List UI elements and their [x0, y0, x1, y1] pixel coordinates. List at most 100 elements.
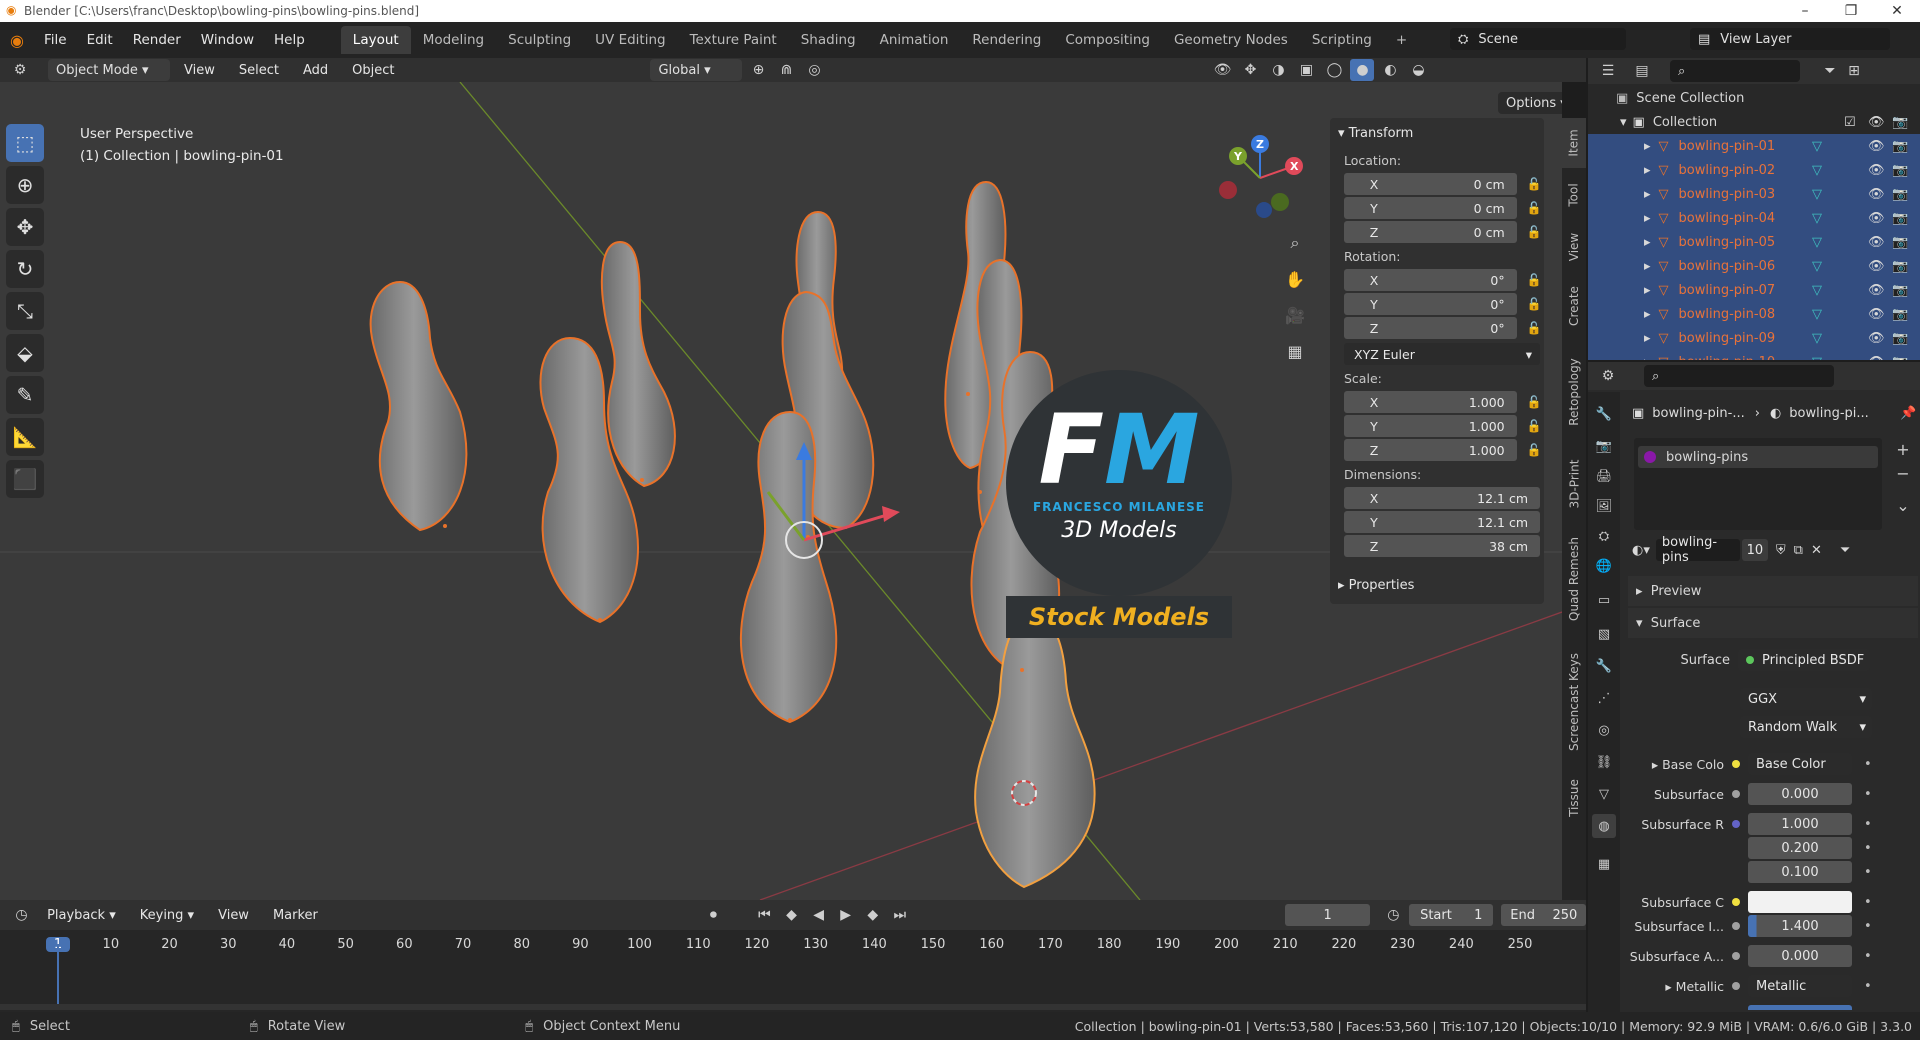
lock-icon[interactable]: 🔓 — [1525, 443, 1544, 457]
transform-orientation-dropdown[interactable]: Global ▾ — [650, 59, 743, 81]
camera-icon[interactable]: 📷 — [1892, 331, 1908, 346]
next-keyframe-icon[interactable]: ◆ — [861, 904, 884, 926]
world-tab-icon[interactable]: 🌐 — [1592, 554, 1616, 578]
mesh-data-icon[interactable]: ▽ — [1812, 355, 1822, 361]
outliner-item[interactable]: ▸ ▽ bowling-pin-06 ▽ 👁 📷 — [1588, 254, 1920, 278]
eye-icon[interactable]: 👁 — [1868, 187, 1885, 202]
outliner-scene-collection[interactable]: ▣ Scene Collection — [1588, 86, 1920, 110]
mesh-data-icon[interactable]: ▽ — [1812, 211, 1822, 226]
add-workspace-button[interactable]: + — [1384, 26, 1419, 54]
keyframe-dot-icon[interactable]: • — [1864, 817, 1872, 832]
expand-arrow-icon[interactable]: ▸ — [1644, 355, 1651, 361]
expand-arrow-icon[interactable]: ▸ — [1644, 139, 1651, 154]
outliner-search-input[interactable]: ⌕ — [1670, 60, 1800, 82]
tab-quad-remesh[interactable]: Quad Remesh — [1562, 524, 1586, 634]
expand-arrow-icon[interactable]: ▸ — [1644, 211, 1651, 226]
constraints-tab-icon[interactable]: ⛓ — [1592, 750, 1616, 774]
measure-tool-icon[interactable]: 📐 — [6, 418, 44, 456]
snap-icon[interactable]: ⋒ — [774, 59, 798, 81]
camera-icon[interactable]: 📷 — [1892, 211, 1908, 226]
camera-icon[interactable]: 📷 — [1892, 163, 1908, 178]
rendered-shading-icon[interactable]: ◒ — [1406, 59, 1430, 81]
eye-icon[interactable]: 👁 — [1868, 163, 1885, 178]
keyframe-dot-icon[interactable]: • — [1864, 979, 1872, 994]
tab-rendering[interactable]: Rendering — [960, 26, 1053, 54]
expand-arrow-icon[interactable]: ▸ — [1644, 283, 1651, 298]
scale-x-field[interactable]: X 1.000 — [1344, 391, 1517, 413]
end-frame-field[interactable]: End 250 — [1501, 904, 1587, 926]
minimize-button[interactable]: – — [1782, 0, 1828, 22]
keyframe-dot-icon[interactable]: • — [1864, 841, 1872, 856]
keyframe-dot-icon[interactable]: • — [1864, 787, 1872, 802]
viewport-menu-object[interactable]: Object — [342, 58, 404, 82]
tab-layout[interactable]: Layout — [340, 26, 411, 54]
outliner-item[interactable]: ▸ ▽ bowling-pin-05 ▽ 👁 📷 — [1588, 230, 1920, 254]
annotate-tool-icon[interactable]: ✎ — [6, 376, 44, 414]
current-frame-field[interactable]: 1 — [1285, 904, 1370, 926]
particles-tab-icon[interactable]: ⋰ — [1592, 686, 1616, 710]
dimensions-y-field[interactable]: Y 12.1 cm — [1344, 511, 1540, 533]
shader-input-field[interactable]: 0.500 — [1748, 1005, 1852, 1010]
mesh-data-icon[interactable]: ▽ — [1812, 187, 1822, 202]
scale-y-field[interactable]: Y 1.000 — [1344, 415, 1517, 437]
visibility-icon[interactable]: 👁 — [1210, 59, 1234, 81]
properties-search-input[interactable]: ⌕ — [1644, 365, 1834, 387]
tab-shading[interactable]: Shading — [789, 26, 868, 54]
unlink-icon[interactable]: ✕ — [1811, 543, 1822, 558]
lock-icon[interactable]: 🔓 — [1525, 177, 1544, 191]
outliner-item[interactable]: ▸ ▽ bowling-pin-08 ▽ 👁 📷 — [1588, 302, 1920, 326]
render-tab-icon[interactable]: 📷 — [1592, 434, 1616, 458]
overlays-icon[interactable]: ◑ — [1266, 59, 1290, 81]
data-tab-icon[interactable]: ▽ — [1592, 782, 1616, 806]
add-cube-tool-icon[interactable]: ⬛ — [6, 460, 44, 498]
mesh-data-icon[interactable]: ▽ — [1812, 283, 1822, 298]
properties-panel-header[interactable]: ▸ Properties — [1330, 570, 1544, 600]
socket-icon[interactable] — [1732, 898, 1740, 906]
solid-shading-icon[interactable]: ● — [1350, 59, 1375, 81]
bowling-pin-back-left[interactable] — [369, 280, 468, 532]
scale-z-field[interactable]: Z 1.000 — [1344, 439, 1517, 461]
tab-sculpting[interactable]: Sculpting — [496, 26, 583, 54]
socket-icon[interactable] — [1732, 982, 1740, 990]
lock-icon[interactable]: 🔓 — [1525, 201, 1544, 215]
bowling-pin-back-2[interactable] — [600, 240, 676, 488]
tab-tool[interactable]: Tool — [1562, 170, 1586, 220]
object-tab-icon[interactable]: ▧ — [1592, 622, 1616, 646]
eye-icon[interactable]: 👁 — [1868, 283, 1885, 298]
mesh-data-icon[interactable]: ▽ — [1812, 139, 1822, 154]
eye-icon[interactable]: 👁 — [1868, 331, 1885, 346]
tab-screencast-keys[interactable]: Screencast Keys — [1562, 636, 1586, 768]
tab-animation[interactable]: Animation — [868, 26, 961, 54]
menu-window[interactable]: Window — [191, 22, 264, 58]
move-tool-icon[interactable]: ✥ — [6, 208, 44, 246]
surface-shader-dropdown[interactable]: Principled BSDF — [1738, 649, 1870, 671]
shader-input-field[interactable]: Base Color — [1748, 753, 1852, 775]
blender-menu-icon[interactable]: ◉ — [0, 22, 34, 58]
close-button[interactable]: ✕ — [1874, 0, 1920, 22]
material-slot-list[interactable]: bowling-pins — [1634, 438, 1882, 530]
camera-icon[interactable]: 📷 — [1892, 259, 1908, 274]
material-shading-icon[interactable]: ◐ — [1378, 59, 1402, 81]
tab-geometry-nodes[interactable]: Geometry Nodes — [1162, 26, 1300, 54]
distribution-dropdown[interactable]: GGX ▾ — [1740, 688, 1872, 710]
maximize-button[interactable]: ❐ — [1828, 0, 1874, 22]
timeline-menu-playback[interactable]: Playback ▾ — [37, 900, 126, 930]
view-layer-tab-icon[interactable]: 🖼 — [1592, 494, 1616, 518]
camera-view-icon[interactable]: 🎥 — [1280, 300, 1310, 330]
jump-start-icon[interactable]: ⏮ — [753, 904, 776, 926]
camera-icon[interactable]: 📷 — [1892, 139, 1908, 154]
tab-compositing[interactable]: Compositing — [1053, 26, 1162, 54]
pan-hand-icon[interactable]: ✋ — [1280, 264, 1310, 294]
new-collection-icon[interactable]: ⊞ — [1842, 60, 1866, 82]
lock-icon[interactable]: 🔓 — [1525, 225, 1544, 239]
tab-view[interactable]: View — [1562, 222, 1586, 272]
keyframe-dot-icon[interactable]: • — [1864, 1009, 1872, 1011]
timeline-ruler[interactable]: 1102030405060708090100110120130140150160… — [0, 930, 1586, 960]
lock-icon[interactable]: 🔓 — [1525, 273, 1544, 287]
material-browse-icon[interactable]: ◐▾ — [1632, 543, 1650, 558]
camera-icon[interactable]: 📷 — [1892, 307, 1908, 322]
filter-icon[interactable]: ⏷ — [1818, 60, 1842, 82]
camera-icon[interactable]: 📷 — [1892, 115, 1908, 130]
eye-icon[interactable]: 👁 — [1868, 235, 1885, 250]
slot-specials-button[interactable]: ⌄ — [1892, 494, 1914, 518]
